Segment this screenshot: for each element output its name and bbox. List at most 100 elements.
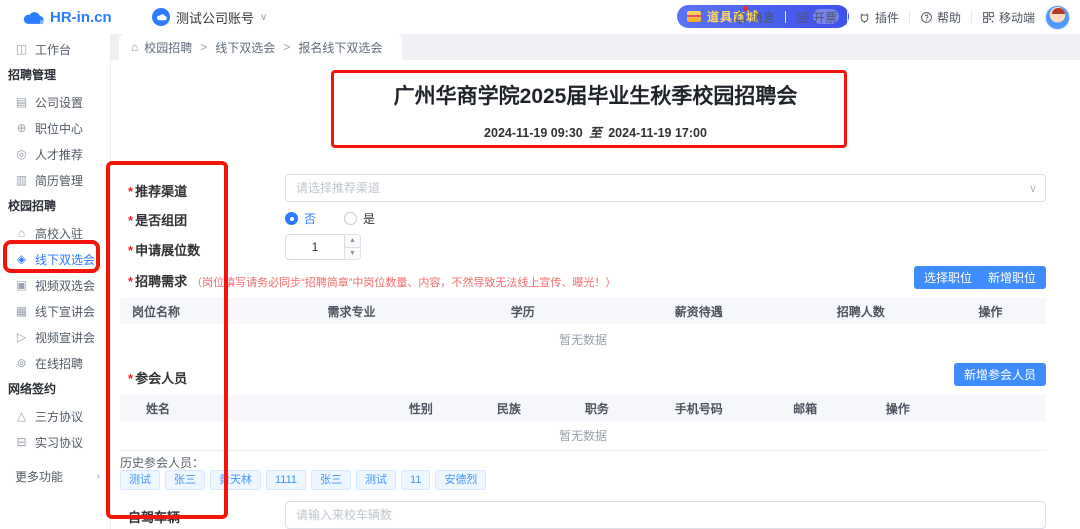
event-end-time: 2024-11-19 17:00 <box>608 126 707 140</box>
invoice-label: 开票 <box>813 9 837 26</box>
divider <box>847 11 848 23</box>
help-button[interactable]: 帮助 <box>920 9 961 26</box>
logo-text: HR-in.cn <box>50 9 112 26</box>
sidebar-more-functions[interactable]: 更多功能 › <box>0 463 110 489</box>
history-attendee-tag[interactable]: 张三 <box>311 470 351 490</box>
radio-unchecked-icon <box>344 212 357 225</box>
column-header: 岗位名称 <box>120 303 268 320</box>
sidebar-item-workbench[interactable]: ◫ 工作台 <box>0 36 110 62</box>
jobs-table: 岗位名称 需求专业 学历 薪资待遇 招聘人数 操作 <box>120 298 1046 324</box>
stepper-up-icon[interactable]: ▲ <box>345 235 360 248</box>
internship-agreement-icon: ⊟ <box>15 435 28 449</box>
history-attendee-tag[interactable]: 安德烈 <box>435 470 486 490</box>
sidebar-collapse-icon[interactable]: ‹ <box>97 248 101 260</box>
plugin-icon <box>858 11 871 24</box>
required-mark: * <box>128 274 133 289</box>
history-attendee-tag[interactable]: 测试 <box>120 470 160 490</box>
sidebar-item-job-center[interactable]: ⊕ 职位中心 <box>0 115 110 141</box>
column-header: 薪资待遇 <box>611 303 787 320</box>
booth-count-stepper[interactable]: 1 ▲ ▼ <box>285 234 361 260</box>
add-job-button[interactable]: 新增职位 <box>978 266 1046 289</box>
breadcrumb[interactable]: ⌂ 校园招聘 > 线下双选会 > 报名线下双选会 <box>119 34 402 60</box>
company-settings-icon: ▤ <box>15 95 28 109</box>
app-logo[interactable]: HR-in.cn <box>0 9 152 26</box>
account-avatar <box>152 8 170 26</box>
event-time-connector: 至 <box>589 126 602 140</box>
qr-code-icon <box>982 11 995 24</box>
required-mark: * <box>128 243 133 258</box>
history-attendee-tag[interactable]: 11 <box>401 470 430 490</box>
jobs-hint: （岗位填写请务必同步“招聘简章”中岗位数量、内容，不然导致无法线上宣传、曝光！） <box>191 277 616 289</box>
history-attendee-tag[interactable]: 测试 <box>356 470 396 490</box>
sidebar-section-online-signing: 网络签约 <box>0 376 110 403</box>
channel-select[interactable] <box>285 174 1046 202</box>
required-mark: * <box>128 371 133 386</box>
vehicle-input[interactable] <box>285 501 1046 529</box>
column-header: 民族 <box>463 400 556 417</box>
history-attendees-tags: 测试 张三 黄天林 1111 张三 测试 11 安德烈 <box>120 470 486 490</box>
invoice-button[interactable]: 开票 <box>796 9 837 26</box>
field-label-jobs: *招聘需求 （岗位填写请务必同步“招聘简章”中岗位数量、内容，不然导致无法线上宣传… <box>128 271 616 290</box>
booth-count-value[interactable]: 1 <box>286 235 344 259</box>
talent-recommend-icon: ◎ <box>15 147 28 161</box>
radio-checked-icon <box>285 212 298 225</box>
messages-label: 消息 <box>751 9 775 26</box>
account-switcher[interactable]: 测试公司账号 ∨ <box>152 8 267 27</box>
column-header: 手机号码 <box>639 400 759 417</box>
history-attendee-tag[interactable]: 黄天林 <box>210 470 261 490</box>
mobile-qr-button[interactable]: 移动端 <box>982 9 1035 26</box>
plugin-button[interactable]: 插件 <box>858 9 899 26</box>
select-job-button[interactable]: 选择职位 <box>914 266 982 289</box>
column-header: 性别 <box>379 400 462 417</box>
radio-option-yes[interactable]: 是 <box>344 210 375 227</box>
radio-label: 是 <box>363 210 375 227</box>
jobs-label: 招聘需求 <box>135 274 187 289</box>
job-center-icon: ⊕ <box>15 121 28 135</box>
jobs-table-header: 岗位名称 需求专业 学历 薪资待遇 招聘人数 操作 <box>120 298 1046 324</box>
sidebar-item-offline-info-session[interactable]: ▦ 线下宣讲会 <box>0 298 110 324</box>
sidebar-item-university-entry[interactable]: ⌂ 高校入驻 <box>0 220 110 246</box>
column-header: 职务 <box>555 400 638 417</box>
column-header: 邮箱 <box>759 400 852 417</box>
add-attendee-button[interactable]: 新增参会人员 <box>954 363 1046 386</box>
stepper-down-icon[interactable]: ▼ <box>345 248 360 260</box>
sidebar-item-label: 工作台 <box>35 41 71 58</box>
sidebar-item-video-job-fair[interactable]: ▣ 视频双选会 <box>0 272 110 298</box>
sidebar-item-resume-management[interactable]: ▥ 简历管理 <box>0 167 110 193</box>
vehicle-label: 自驾车辆 <box>128 510 180 525</box>
university-entry-icon: ⌂ <box>15 226 28 240</box>
attendees-table-header: 姓名 性别 民族 职务 手机号码 邮箱 操作 <box>120 395 1046 421</box>
sidebar-item-tripartite-agreement[interactable]: △ 三方协议 <box>0 403 110 429</box>
user-avatar[interactable] <box>1045 5 1070 30</box>
radio-option-no[interactable]: 否 <box>285 210 316 227</box>
breadcrumb-part[interactable]: 线下双选会 <box>215 39 275 56</box>
messages-button[interactable]: 消息 <box>734 9 775 26</box>
video-job-fair-icon: ▣ <box>15 278 28 292</box>
sidebar-item-label: 实习协议 <box>35 434 83 451</box>
history-attendee-tag[interactable]: 张三 <box>165 470 205 490</box>
sidebar-item-online-recruitment[interactable]: ⊚ 在线招聘 <box>0 350 110 376</box>
required-mark: * <box>128 184 133 199</box>
sidebar-item-company-settings[interactable]: ▤ 公司设置 <box>0 89 110 115</box>
event-start-time: 2024-11-19 09:30 <box>484 126 583 140</box>
breadcrumb-part[interactable]: 校园招聘 <box>144 39 192 56</box>
jobs-table-empty-state: 暂无数据 <box>120 331 1046 348</box>
sidebar-section-recruitment-mgmt: 招聘管理 <box>0 62 110 89</box>
breadcrumb-part[interactable]: 报名线下双选会 <box>298 39 382 56</box>
radio-label: 否 <box>304 210 316 227</box>
sidebar-item-label: 线下双选会 <box>35 251 95 268</box>
sidebar-item-talent-recommend[interactable]: ◎ 人才推荐 <box>0 141 110 167</box>
sidebar-item-internship-agreement[interactable]: ⊟ 实习协议 <box>0 429 110 455</box>
required-mark: * <box>128 213 133 228</box>
sidebar-item-video-info-session[interactable]: ▷ 视频宣讲会 <box>0 324 110 350</box>
booths-label: 申请展位数 <box>135 243 200 258</box>
sidebar-item-offline-job-fair[interactable]: ◈ 线下双选会 <box>0 246 110 272</box>
sidebar-item-label: 人才推荐 <box>35 146 83 163</box>
section-divider <box>120 450 1046 451</box>
channel-label: 推荐渠道 <box>135 184 187 199</box>
history-attendee-tag[interactable]: 1111 <box>266 470 306 490</box>
column-header: 招聘人数 <box>787 303 935 320</box>
offline-info-session-icon: ▦ <box>15 304 28 318</box>
column-header: 学历 <box>435 303 611 320</box>
gift-icon <box>687 11 701 22</box>
